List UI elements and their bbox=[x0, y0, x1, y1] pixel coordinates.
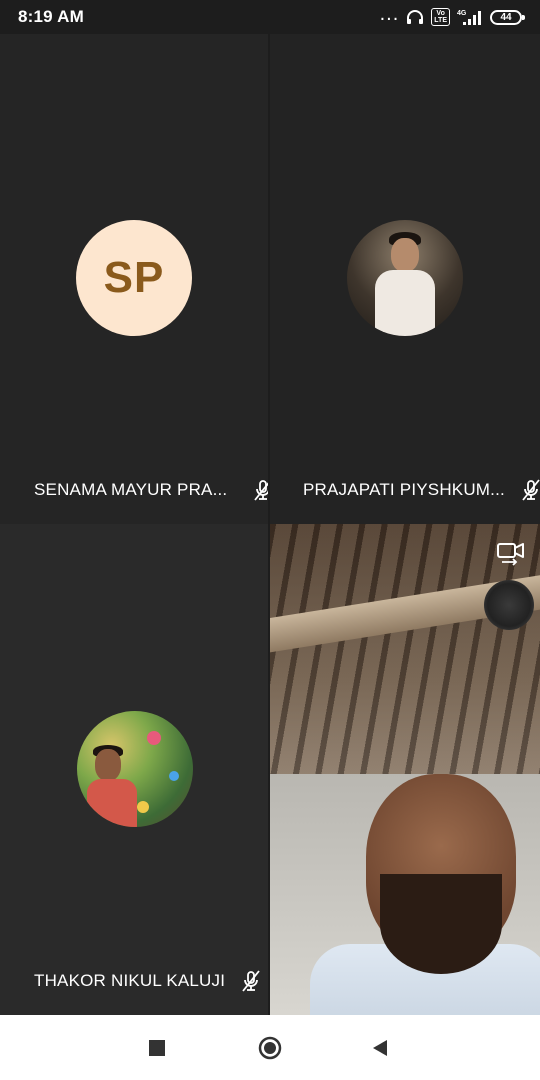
participant-tile-thakor[interactable]: THAKOR NIKUL KALUJI bbox=[0, 524, 268, 1015]
avatar-photo bbox=[347, 220, 463, 336]
switch-camera-icon[interactable] bbox=[496, 538, 526, 568]
participant-name-row: THAKOR NIKUL KALUJI bbox=[34, 969, 263, 993]
avatar-body-shape bbox=[375, 270, 435, 336]
network-type-label: 4G bbox=[457, 10, 467, 17]
mic-off-icon bbox=[254, 480, 268, 501]
more-dots-icon: ... bbox=[379, 3, 400, 25]
status-icons: ... Vo LTE 4G 44 bbox=[379, 3, 525, 26]
participant-name: SENAMA MAYUR PRA... bbox=[34, 480, 228, 499]
avatar-initials: SP bbox=[76, 220, 192, 336]
system-nav-bar bbox=[0, 1015, 540, 1080]
headphones-icon bbox=[407, 10, 424, 24]
battery-icon: 44 bbox=[490, 9, 525, 25]
participant-name-row: SENAMA MAYUR PRA... bbox=[34, 478, 268, 502]
status-bar: 8:19 AM ... Vo LTE 4G 44 bbox=[0, 0, 540, 34]
mic-off-icon bbox=[242, 970, 260, 992]
participant-tile-senama[interactable]: SP SENAMA MAYUR PRA... bbox=[0, 34, 268, 524]
status-time: 8:19 AM bbox=[18, 7, 84, 26]
signal-icon: 4G bbox=[457, 10, 481, 25]
back-triangle-icon[interactable] bbox=[370, 1037, 392, 1059]
participant-name: PRAJAPATI PIYSHKUM... bbox=[303, 480, 505, 499]
avatar-flower-shape bbox=[169, 771, 179, 781]
avatar-head-shape bbox=[95, 749, 121, 781]
participant-tile-prajapati[interactable]: PRAJAPATI PIYSHKUM... bbox=[270, 34, 540, 524]
volte-icon: Vo LTE bbox=[431, 8, 450, 26]
video-background-fan bbox=[484, 580, 534, 630]
avatar-head-shape bbox=[391, 238, 419, 272]
avatar-flower-shape bbox=[137, 801, 149, 813]
participant-name: THAKOR NIKUL KALUJI bbox=[34, 971, 226, 990]
mic-off-icon bbox=[522, 479, 540, 501]
video-person-beard bbox=[380, 874, 502, 974]
avatar-flower-shape bbox=[147, 731, 161, 745]
avatar-photo bbox=[77, 711, 193, 827]
self-view-video[interactable] bbox=[270, 524, 540, 1015]
participant-name-row: PRAJAPATI PIYSHKUM... bbox=[303, 478, 540, 502]
recents-square-icon[interactable] bbox=[147, 1037, 169, 1059]
avatar-initials-text: SP bbox=[103, 253, 165, 302]
home-circle-icon[interactable] bbox=[258, 1036, 282, 1060]
avatar-body-shape bbox=[87, 779, 137, 827]
battery-level: 44 bbox=[500, 11, 512, 23]
